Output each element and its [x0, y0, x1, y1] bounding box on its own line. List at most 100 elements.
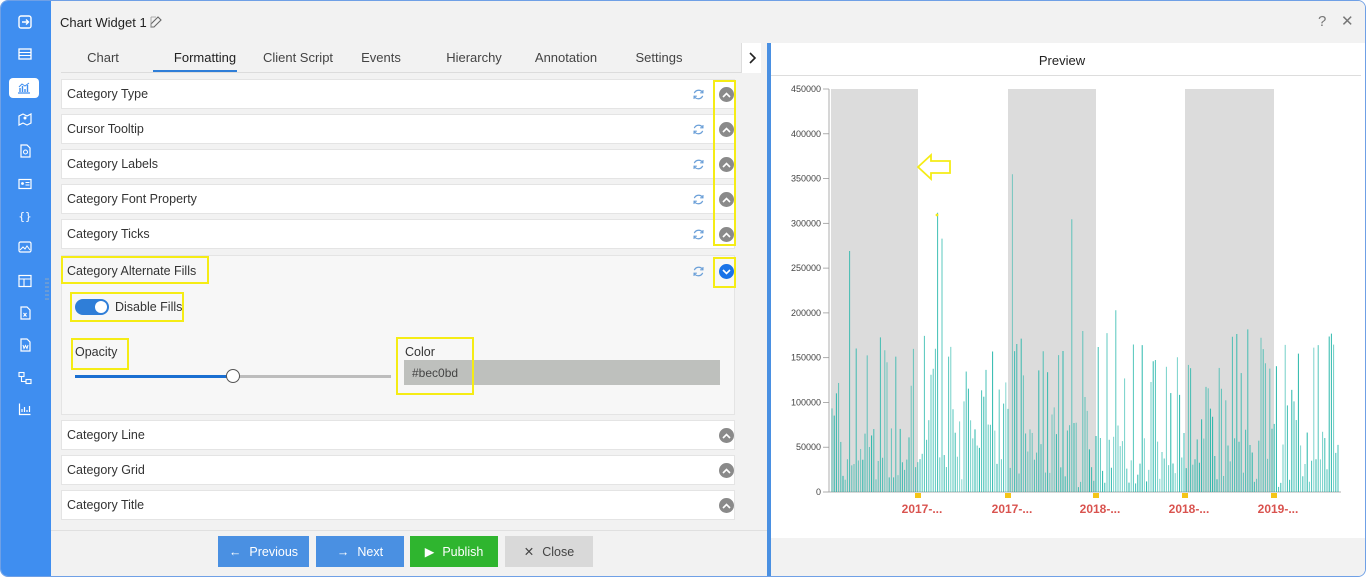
section-label: Category Font Property — [67, 192, 197, 206]
section-label: Category Title — [67, 498, 145, 512]
section-category-title[interactable]: Category Title — [61, 490, 735, 520]
excel-file-icon[interactable] — [13, 303, 37, 323]
code-braces-icon[interactable]: {} — [13, 206, 37, 226]
x-tick-label: 2018-... — [1080, 502, 1121, 516]
close-icon[interactable]: ✕ — [1341, 12, 1354, 30]
x-tick-label: 2018-... — [1169, 502, 1210, 516]
refresh-icon[interactable] — [692, 228, 705, 241]
tabs-divider — [61, 72, 741, 73]
image-icon[interactable] — [13, 237, 37, 257]
next-button[interactable]: → Next — [316, 536, 404, 567]
section-category-grid[interactable]: Category Grid — [61, 455, 735, 485]
edit-icon[interactable] — [149, 15, 163, 29]
tab-scroll-right[interactable] — [741, 43, 761, 73]
section-label: Category Ticks — [67, 227, 150, 241]
y-tick-label: 0 — [816, 487, 821, 497]
x-tick-label: 2017-... — [902, 502, 943, 516]
line-chart-icon[interactable] — [13, 399, 37, 419]
tab-formatting[interactable]: Formatting — [163, 50, 247, 65]
refresh-icon[interactable] — [692, 88, 705, 101]
x-tick-marker — [1271, 493, 1277, 498]
map-icon[interactable] — [13, 109, 37, 129]
tab-chart[interactable]: Chart — [79, 50, 127, 65]
tab-settings[interactable]: Settings — [631, 50, 687, 65]
arrow-left-icon: ← — [228, 544, 242, 559]
chart-icon[interactable] — [9, 78, 39, 98]
chevron-right-icon — [748, 52, 756, 64]
x-tick-marker — [1005, 493, 1011, 498]
highlight-color — [396, 337, 474, 395]
hierarchy-icon[interactable] — [13, 368, 37, 388]
x-tick-marker — [1182, 493, 1188, 498]
tab-hierarchy[interactable]: Hierarchy — [439, 50, 509, 65]
close-icon: ✕ — [523, 545, 535, 559]
section-label: Category Labels — [67, 157, 159, 171]
previous-button[interactable]: ← Previous — [218, 536, 309, 567]
annotation-arrow-icon — [916, 152, 951, 182]
y-tick-label: 450000 — [791, 84, 821, 94]
section-label: Category Grid — [67, 463, 145, 477]
section-label: Cursor Tooltip — [67, 122, 144, 136]
y-tick-label: 50000 — [796, 442, 821, 452]
refresh-icon[interactable] — [692, 193, 705, 206]
tab-annotation[interactable]: Annotation — [529, 50, 603, 65]
svg-text:{}: {} — [18, 210, 31, 223]
word-file-icon[interactable] — [13, 335, 37, 355]
x-tick-label: 2019-... — [1258, 502, 1299, 516]
refresh-icon[interactable] — [692, 123, 705, 136]
section-category-font-property[interactable]: Category Font Property — [61, 184, 735, 214]
section-category-labels[interactable]: Category Labels — [61, 149, 735, 179]
section-cursor-tooltip[interactable]: Cursor Tooltip — [61, 114, 735, 144]
drag-grip-icon[interactable] — [45, 277, 49, 301]
refresh-icon[interactable] — [692, 265, 705, 278]
chevron-up-icon[interactable] — [719, 498, 734, 513]
id-card-icon[interactable] — [13, 174, 37, 194]
publish-button[interactable]: ▶ Publish — [410, 536, 498, 567]
y-tick-label: 350000 — [791, 174, 821, 184]
preview-footer-space — [771, 538, 1365, 576]
section-category-type[interactable]: Category Type — [61, 79, 735, 109]
highlight-toggle — [70, 292, 184, 322]
exit-icon[interactable] — [13, 12, 37, 32]
layout-icon[interactable] — [13, 271, 37, 291]
annotation-dot — [935, 213, 939, 217]
opacity-slider[interactable] — [75, 369, 391, 383]
chevron-up-icon[interactable] — [719, 428, 734, 443]
footer-bar — [51, 530, 767, 576]
y-tick-label: 150000 — [791, 353, 821, 363]
document-icon[interactable] — [13, 141, 37, 161]
section-category-line[interactable]: Category Line — [61, 420, 735, 450]
play-icon: ▶ — [424, 545, 435, 559]
tab-events[interactable]: Events — [355, 50, 407, 65]
arrow-right-icon: → — [336, 544, 350, 559]
opacity-slider-handle[interactable] — [226, 369, 240, 383]
alternate-fill-band — [831, 89, 918, 492]
x-tick-marker — [1093, 493, 1099, 498]
section-category-ticks[interactable]: Category Ticks — [61, 219, 735, 249]
highlight-section-title — [61, 256, 209, 284]
y-tick-label: 250000 — [791, 263, 821, 273]
formatting-panel: Chart Formatting Client Script Events Hi… — [51, 43, 767, 576]
y-tick-label: 200000 — [791, 308, 821, 318]
y-tick-label: 300000 — [791, 218, 821, 228]
y-tick-label: 400000 — [791, 129, 821, 139]
close-button[interactable]: ✕ Close — [505, 536, 593, 567]
preview-chart[interactable]: 0 50000 100000 150000 200000 250000 300000 3500… — [771, 43, 1361, 538]
opacity-slider-fill — [75, 375, 233, 378]
refresh-icon[interactable] — [692, 158, 705, 171]
help-icon[interactable]: ? — [1318, 13, 1326, 30]
sidebar: {} — [1, 1, 51, 576]
tab-bar: Chart Formatting Client Script Events Hi… — [61, 43, 741, 73]
table-icon[interactable] — [13, 44, 37, 64]
tab-client-script[interactable]: Client Script — [251, 50, 345, 65]
section-label: Category Line — [67, 428, 145, 442]
y-tick-label: 100000 — [791, 397, 821, 407]
x-tick-label: 2017-... — [992, 502, 1033, 516]
preview-panel: Preview 0 50000 100000 150000 200000 250000 30… — [771, 43, 1365, 538]
highlight-opacity — [71, 338, 129, 370]
chevron-up-icon[interactable] — [719, 463, 734, 478]
highlight-expand-icon — [713, 257, 736, 288]
highlight-collapse-icons — [713, 80, 736, 246]
x-tick-marker — [915, 493, 921, 498]
section-label: Category Type — [67, 87, 149, 101]
